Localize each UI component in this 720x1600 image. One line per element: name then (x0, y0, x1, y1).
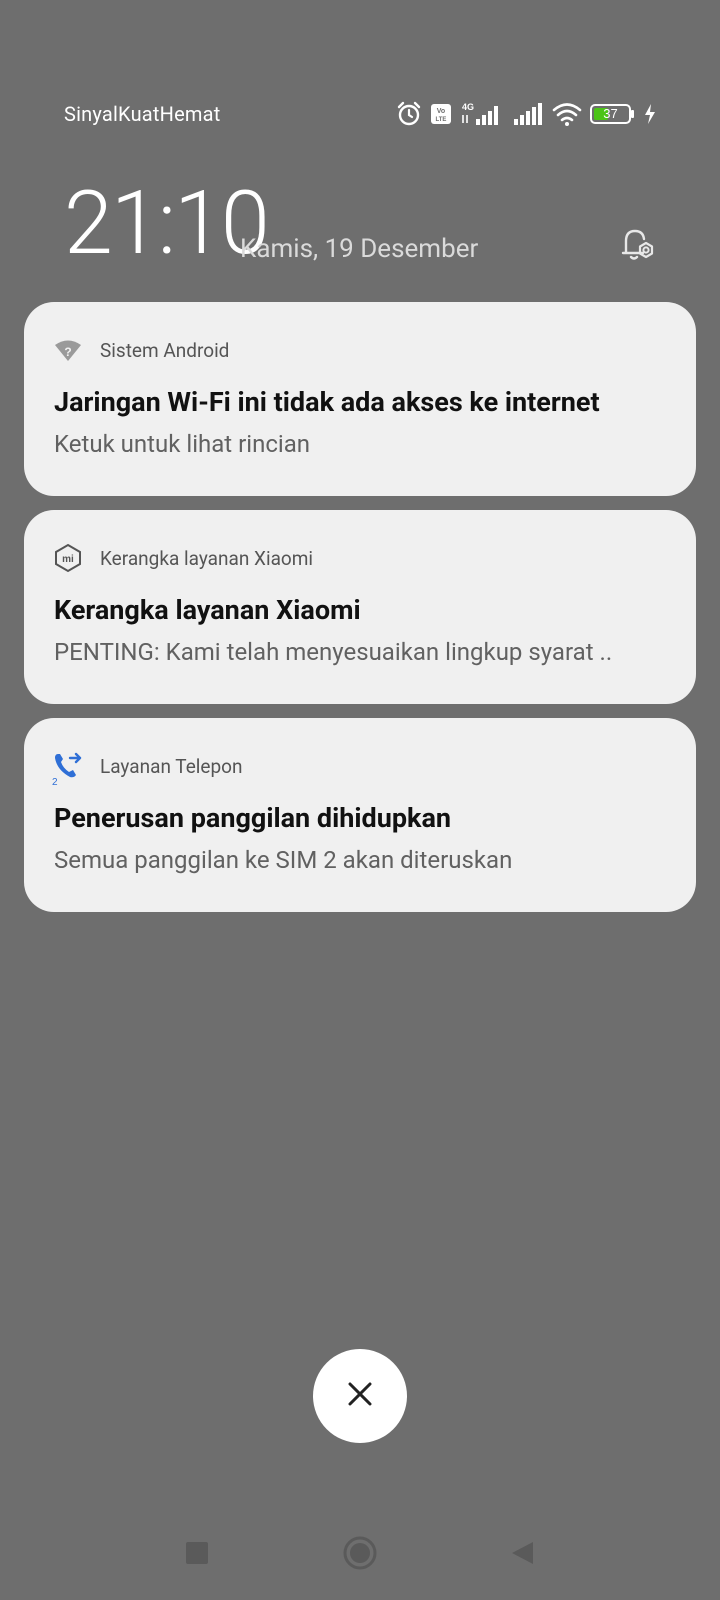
notification-app-name: Sistem Android (100, 338, 230, 362)
lockscreen-clock: 21:10 (64, 172, 270, 275)
svg-text:?: ? (64, 345, 71, 359)
recents-icon (184, 1540, 210, 1570)
bell-settings-icon (613, 221, 659, 271)
call-forward-icon: 2 (52, 750, 84, 788)
svg-text:LTE: LTE (436, 117, 447, 123)
signal-4g-icon: 4G (460, 101, 504, 127)
notification-app-name: Kerangka layanan Xiaomi (100, 546, 314, 570)
notification-header: ? Sistem Android (52, 334, 229, 366)
svg-text:mi: mi (62, 554, 74, 565)
back-icon (509, 1540, 535, 1570)
volte-icon: Vo LTE (430, 103, 452, 125)
mi-logo-icon: mi (52, 542, 84, 574)
carrier-name: SinyalKuatHemat (64, 102, 221, 126)
svg-text:Vo: Vo (437, 108, 445, 115)
wifi-question-icon: ? (52, 334, 84, 366)
notification-header: 2 Layanan Telepon (52, 750, 243, 788)
svg-text:4G: 4G (462, 102, 474, 112)
clear-all-notifications-button[interactable] (313, 1349, 407, 1443)
wifi-icon (552, 101, 582, 127)
notification-settings-button[interactable] (612, 222, 660, 270)
notification-body: PENTING: Kami telah menyesuaikan lingkup… (54, 638, 613, 666)
notification-card-xiaomi-framework[interactable]: mi Kerangka layanan Xiaomi Kerangka laya… (24, 510, 696, 704)
signal-icon (512, 101, 544, 127)
notification-title: Jaringan Wi-Fi ini tidak ada akses ke in… (54, 386, 600, 418)
notification-header: mi Kerangka layanan Xiaomi (52, 542, 313, 574)
status-bar: SinyalKuatHemat Vo LTE 4G 37 (0, 96, 720, 132)
sim-badge: 2 (52, 777, 58, 788)
navigation-bar (0, 1530, 720, 1580)
home-icon (342, 1535, 378, 1575)
notification-card-system-android[interactable]: ? Sistem Android Jaringan Wi-Fi ini tida… (24, 302, 696, 496)
lockscreen-date: Kamis, 19 Desember (240, 234, 479, 264)
battery-icon: 37 (590, 103, 636, 125)
notification-card-phone-service[interactable]: 2 Layanan Telepon Penerusan panggilan di… (24, 718, 696, 912)
close-icon (347, 1381, 373, 1411)
notification-title: Kerangka layanan Xiaomi (54, 594, 361, 626)
status-icons: Vo LTE 4G 37 (396, 100, 656, 128)
notification-body: Ketuk untuk lihat rincian (54, 430, 311, 458)
charging-icon (644, 103, 656, 125)
notification-app-name: Layanan Telepon (100, 754, 243, 778)
recents-button[interactable] (172, 1530, 222, 1580)
notification-body: Semua panggilan ke SIM 2 akan diteruskan (54, 846, 513, 874)
alarm-icon (396, 101, 422, 127)
battery-level: 37 (603, 106, 618, 121)
notification-title: Penerusan panggilan dihidupkan (54, 802, 452, 834)
back-button[interactable] (497, 1530, 547, 1580)
home-button[interactable] (335, 1530, 385, 1580)
